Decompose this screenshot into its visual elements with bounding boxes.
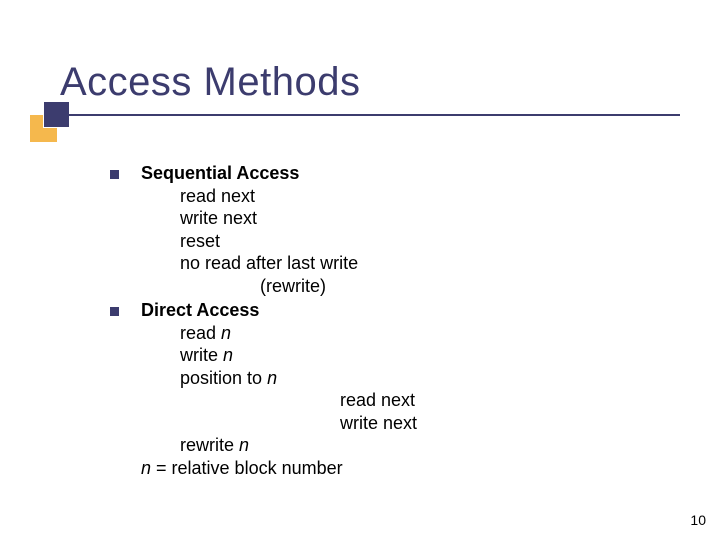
page-number: 10 xyxy=(690,512,706,528)
bullet-heading: Direct Access xyxy=(141,299,259,322)
body-line: write next xyxy=(110,412,417,435)
body-line: rewrite n xyxy=(110,434,417,457)
body-line: no read after last write xyxy=(110,252,417,275)
slide: Access Methods Sequential Access read ne… xyxy=(0,0,720,540)
body-line: read next xyxy=(110,185,417,208)
bullet-item: Direct Access xyxy=(110,299,417,322)
body-line: read n xyxy=(110,322,417,345)
bullet-heading: Sequential Access xyxy=(141,162,299,185)
body-line: position to n xyxy=(110,367,417,390)
body-line: reset xyxy=(110,230,417,253)
body-line: write next xyxy=(110,207,417,230)
body-line: read next xyxy=(110,389,417,412)
bullet-item: Sequential Access xyxy=(110,162,417,185)
square-bullet-icon xyxy=(110,170,119,179)
accent-square-front xyxy=(43,101,70,128)
title-block: Access Methods xyxy=(60,60,360,105)
body-line: write n xyxy=(110,344,417,367)
slide-title: Access Methods xyxy=(60,60,360,104)
body-line: n = relative block number xyxy=(110,457,417,480)
slide-body: Sequential Access read next write next r… xyxy=(110,160,417,479)
body-line: (rewrite) xyxy=(110,275,417,298)
square-bullet-icon xyxy=(110,307,119,316)
title-underline xyxy=(68,114,680,116)
